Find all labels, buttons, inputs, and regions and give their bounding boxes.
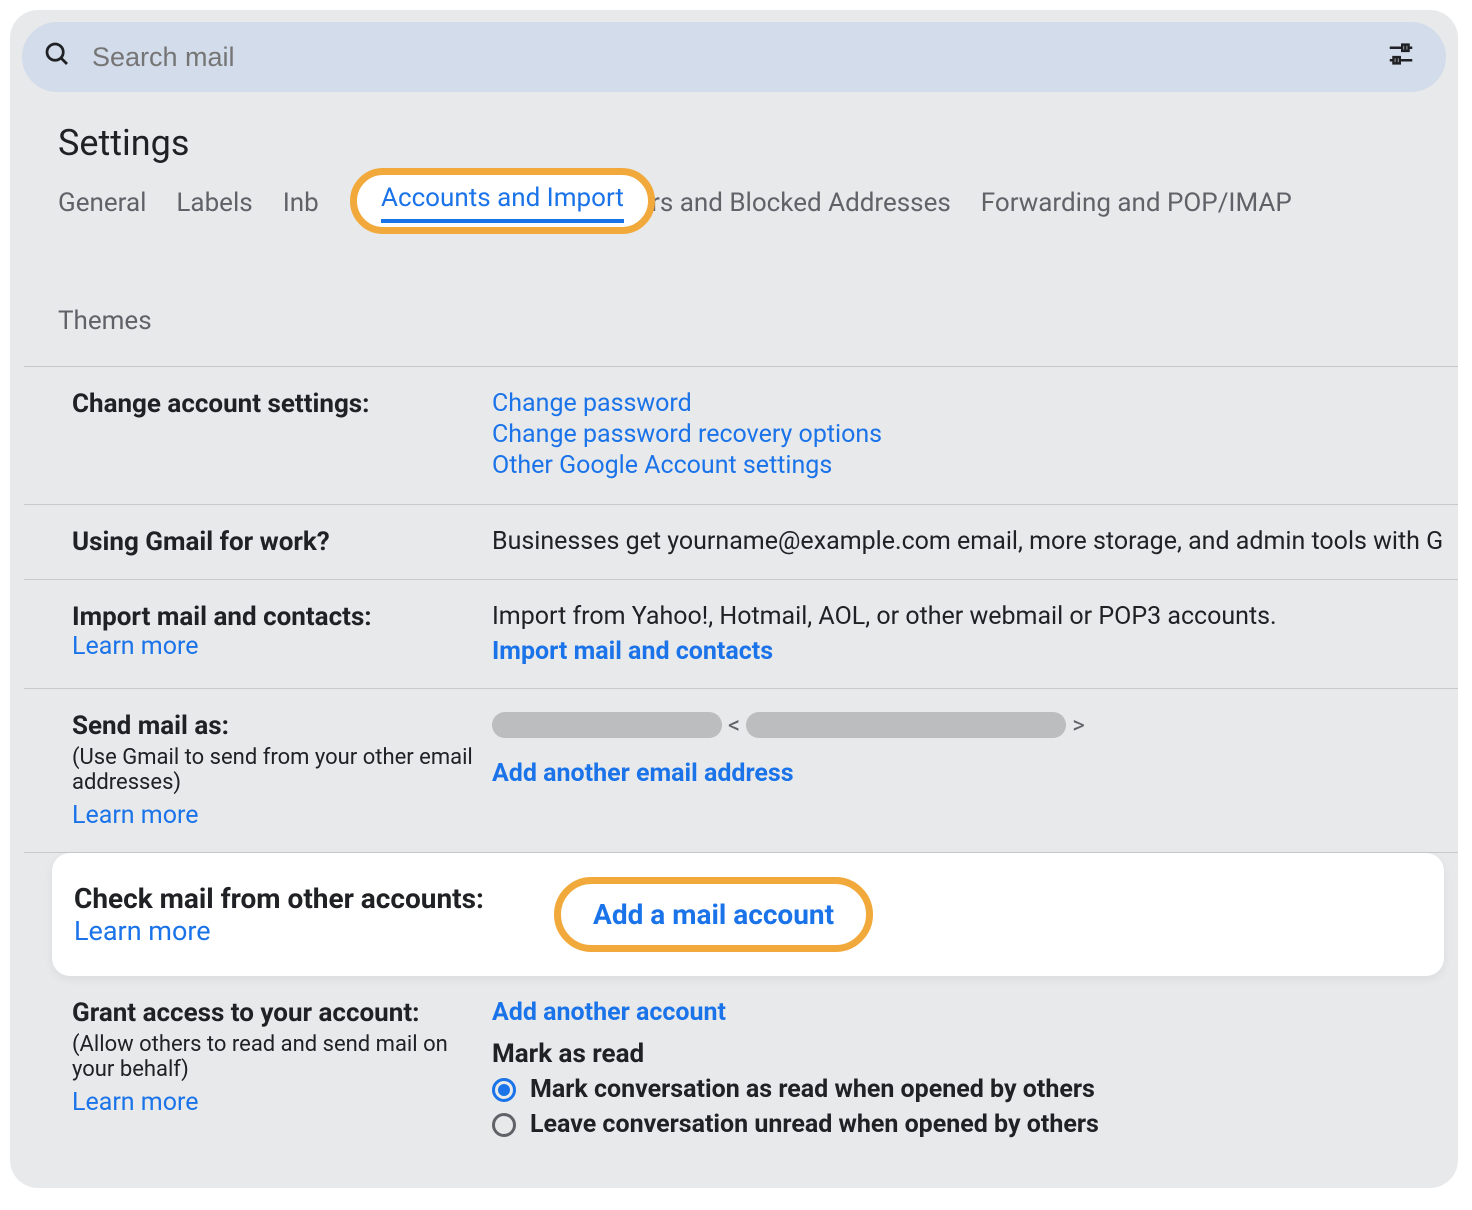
section-change-account: Change account settings: Change password… [24,367,1458,505]
radio-leave-unread[interactable]: Leave conversation unread when opened by… [492,1110,1458,1139]
radio-icon-checked [492,1078,516,1102]
tab-forwarding[interactable]: Forwarding and POP/IMAP [981,182,1292,224]
link-recovery-options[interactable]: Change password recovery options [492,420,882,449]
grant-label: Grant access to your account: [72,998,476,1028]
import-desc: Import from Yahoo!, Hotmail, AOL, or oth… [492,602,1458,631]
tab-accounts-import[interactable]: Accounts and Import [381,177,624,223]
angle-open: < [728,711,740,739]
section-send-as: Send mail as: (Use Gmail to send from yo… [24,689,1458,853]
mark-read-title: Mark as read [492,1039,1458,1069]
add-mail-account-button[interactable]: Add a mail account [554,877,873,952]
radio-icon-unchecked [492,1113,516,1137]
settings-page: Settings General Labels Inb Accounts and… [10,10,1458,1188]
tab-labels[interactable]: Labels [176,182,252,224]
redacted-name [492,712,722,738]
section-import: Import mail and contacts: Learn more Imp… [24,580,1458,689]
tab-general[interactable]: General [58,182,146,224]
radio-mark-read[interactable]: Mark conversation as read when opened by… [492,1075,1458,1104]
gmail-work-desc: Businesses get yourname@example.com emai… [492,527,1458,556]
section-check-mail: Check mail from other accounts: Learn mo… [52,853,1444,976]
grant-sub: (Allow others to read and send mail on y… [72,1032,476,1082]
redacted-email [746,712,1066,738]
add-another-account-link[interactable]: Add another account [492,998,726,1027]
import-label: Import mail and contacts: [72,602,476,632]
check-mail-label: Check mail from other accounts: [74,882,538,915]
send-as-label: Send mail as: [72,711,476,741]
search-bar[interactable] [22,22,1446,92]
import-learn-more[interactable]: Learn more [72,632,198,661]
tab-themes[interactable]: Themes [58,300,152,342]
import-action[interactable]: Import mail and contacts [492,637,773,666]
send-as-learn-more[interactable]: Learn more [72,801,198,830]
change-account-label: Change account settings: [72,389,476,419]
link-other-settings[interactable]: Other Google Account settings [492,451,832,480]
send-as-sub: (Use Gmail to send from your other email… [72,745,476,795]
add-email-link[interactable]: Add another email address [492,759,794,788]
tab-filters[interactable]: ters and Blocked Addresses [629,182,951,224]
check-mail-learn-more[interactable]: Learn more [74,915,211,947]
search-icon [42,39,92,75]
grant-learn-more[interactable]: Learn more [72,1088,198,1117]
angle-close: > [1072,711,1085,739]
gmail-work-label: Using Gmail for work? [72,527,476,557]
settings-tabs: General Labels Inb Accounts and Import t… [10,182,1458,342]
section-gmail-work: Using Gmail for work? Businesses get you… [24,505,1458,580]
tune-icon[interactable] [1386,39,1416,75]
section-grant-access: Grant access to your account: (Allow oth… [24,976,1458,1161]
tab-accounts-import-highlight: Accounts and Import [350,168,655,234]
tab-inbox[interactable]: Inb [283,182,319,224]
search-input[interactable] [92,42,1386,73]
radio-label-leave-unread: Leave conversation unread when opened by… [530,1110,1099,1139]
radio-label-mark-read: Mark conversation as read when opened by… [530,1075,1095,1104]
settings-content: Settings General Labels Inb Accounts and… [10,92,1458,1161]
link-change-password[interactable]: Change password [492,389,692,418]
send-as-address-row: < > [492,711,1458,739]
page-title: Settings [10,114,1458,182]
